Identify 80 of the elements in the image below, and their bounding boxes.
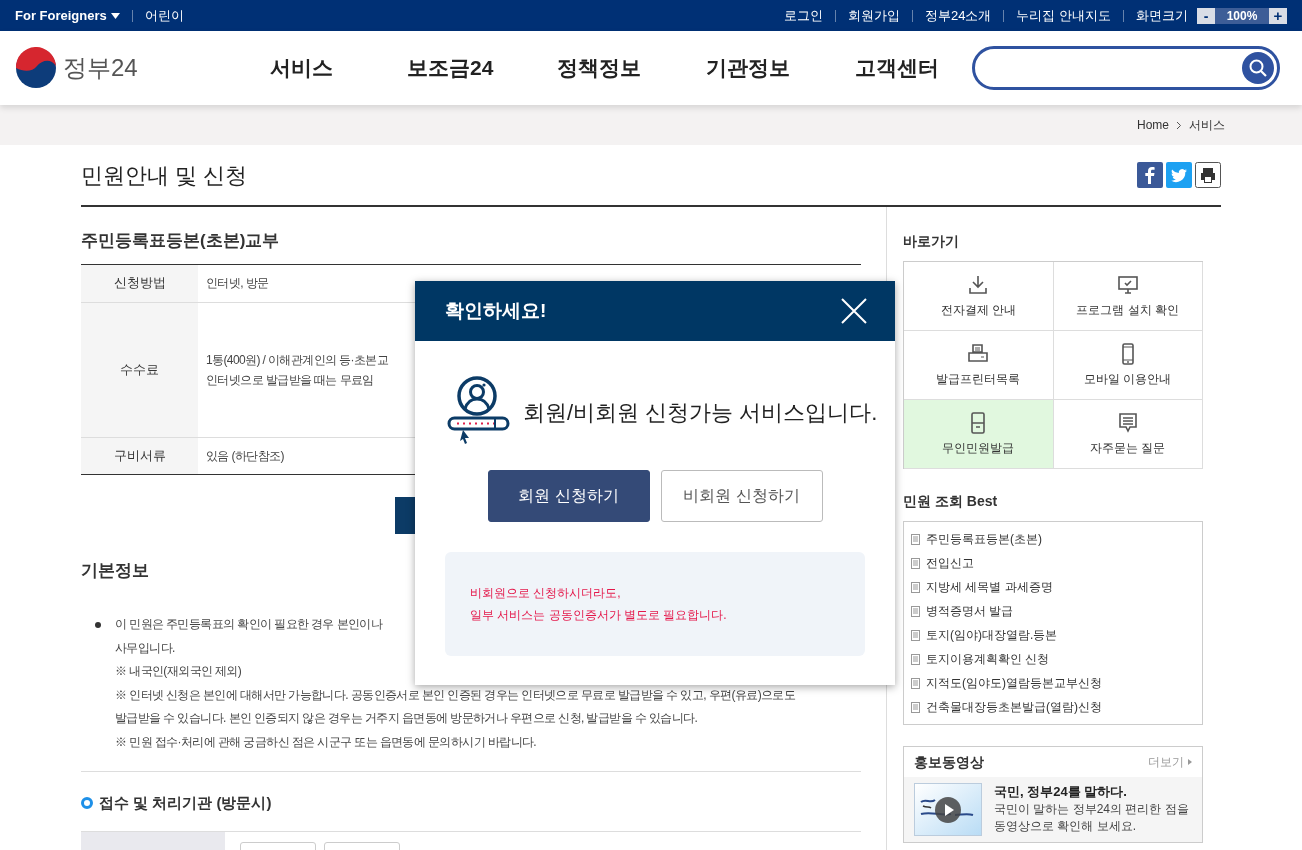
monitor-icon <box>1115 273 1140 297</box>
shortcut-tile[interactable]: 전자결제 안내 <box>904 262 1054 331</box>
zoom-value: 100% <box>1215 7 1269 24</box>
page-title: 민원안내 및 신청 <box>81 161 248 190</box>
shortcut-tile[interactable]: 발급프린터목록 <box>904 331 1054 400</box>
dialog-button[interactable]: 회원 신청하기 <box>487 470 650 522</box>
close-icon[interactable] <box>841 298 867 324</box>
best-item[interactable]: 주민등록표등본(초본) <box>911 527 1195 551</box>
info-text: ※ 내국인(재외국인 제외) <box>115 663 242 680</box>
section-title: 기본정보 <box>81 559 150 582</box>
nav-item[interactable]: 고객센터 <box>822 52 972 84</box>
shortcut-tile[interactable]: 모바일 이용안내 <box>1053 331 1203 400</box>
panel-title: 홍보동영상 <box>914 752 984 772</box>
caret-icon <box>1188 759 1192 765</box>
shortcut-tile[interactable]: 자주묻는 질문 <box>1053 400 1203 469</box>
top-link[interactable]: 회원가입 <box>847 5 900 26</box>
video-description: 국민이 말하는 정부24의 편리한 점을 동영상으로 확인해 보세요. <box>994 801 1189 835</box>
print-icon[interactable] <box>1195 162 1221 188</box>
sidebar-title: 바로가기 <box>903 232 960 251</box>
document-icon <box>911 557 920 569</box>
dialog-title: 확인하세요! <box>445 298 547 323</box>
caret-icon <box>110 12 120 19</box>
bullet-icon <box>95 622 101 628</box>
dialog-button[interactable]: 비회원 신청하기 <box>660 470 823 522</box>
best-item[interactable]: 지방세 세목별 과세증명 <box>911 575 1195 599</box>
top-link[interactable]: 누리집 안내지도 <box>1016 5 1111 26</box>
best-item[interactable]: 건축물대장등초본발급(열람)신청 <box>911 695 1195 719</box>
top-link[interactable]: 로그인 <box>783 5 823 26</box>
zoom-out-button[interactable]: - <box>1197 7 1215 24</box>
nav-item[interactable]: 기관정보 <box>673 52 823 84</box>
shortcut-tile[interactable]: 무인민원발급 <box>904 400 1054 469</box>
logo[interactable]: 정부24 <box>15 47 227 89</box>
logo-text: 정부24 <box>63 53 138 83</box>
play-icon[interactable] <box>935 797 961 823</box>
best-item[interactable]: 토지이용계획확인 신청 <box>911 647 1195 671</box>
section-title: 접수 및 처리기관 (방문시) <box>99 793 272 813</box>
info-text: ※ 민원 접수·처리에 관해 궁금하신 점은 시군구 또는 읍면동에 문의하시기 바랍니다. <box>115 733 537 751</box>
nav-item[interactable]: 보조금24 <box>375 52 525 84</box>
document-icon <box>911 701 920 713</box>
best-item[interactable]: 토지(임야)대장열람.등본 <box>911 623 1195 647</box>
best-item[interactable]: 지적도(임야도)열람등본교부신청 <box>911 671 1195 695</box>
shortcut-tile[interactable]: 프로그램 설치 확인 <box>1053 262 1203 331</box>
zoom-label: 화면크기 <box>1136 6 1188 25</box>
table-header-cell: 신청방법 <box>81 264 198 302</box>
nav-item[interactable]: 서비스 <box>226 52 376 84</box>
best-item[interactable]: 전입신고 <box>911 551 1195 575</box>
info-text: 이 민원은 주민등록표의 확인이 필요한 경우 본인이나 <box>115 616 383 633</box>
table-header-cell: 구비서류 <box>81 437 198 474</box>
ring-icon <box>81 797 93 810</box>
document-icon <box>911 653 920 665</box>
dialog-message: 회원/비회원 신청가능 서비스입니다. <box>523 398 878 427</box>
document-icon <box>911 533 920 545</box>
search-field[interactable] <box>971 46 1280 90</box>
table-cell-text: 1통(400원) / 이해관계인의 등·초본교 인터넷으로 발급받을 때는 무료임 <box>205 351 389 389</box>
info-text: 사무입니다. <box>115 639 175 657</box>
nav-item[interactable]: 정책정보 <box>524 52 674 84</box>
video-title[interactable]: 국민, 정부24를 말하다. <box>994 783 1189 800</box>
notice-text: 비회원으로 신청하시더라도, 일부 서비스는 공동인증서가 별도로 필요합니다. <box>470 585 727 624</box>
breadcrumb-link[interactable]: 서비스 <box>1189 116 1225 134</box>
best-item[interactable]: 병적증명서 발급 <box>911 599 1195 623</box>
document-icon <box>911 629 920 641</box>
table-header-cell: 수수료 <box>81 302 198 437</box>
document-icon <box>911 581 920 593</box>
top-link[interactable]: For Foreigners <box>15 5 120 26</box>
top-link[interactable]: 어린이 <box>144 5 184 26</box>
chevron-icon <box>1176 120 1182 130</box>
zoom-in-button[interactable]: + <box>1269 7 1287 24</box>
search-icon[interactable] <box>1242 52 1274 84</box>
table-cell-text: 인터넷, 방문 <box>205 275 269 292</box>
document-icon <box>911 677 920 689</box>
facebook-icon[interactable] <box>1137 162 1163 188</box>
sidebar-title: 민원 조회 Best <box>903 492 999 511</box>
info-text: ※ 인터넷 신청은 본인에 대해서만 가능합니다. 공동인증서로 본인 인증된 경우는 인터넷으로 무료로 발급받을 수 있고, 우편(유료)으로도 <box>115 686 796 704</box>
top-link[interactable]: 정부24소개 <box>924 5 992 26</box>
section-title: 주민등록표등본(초본)교부 <box>81 230 281 252</box>
table-cell-text: 있음 (하단참조) <box>205 447 284 465</box>
breadcrumb-link[interactable]: Home <box>1137 116 1169 134</box>
logo-icon <box>15 47 57 89</box>
info-text: 발급받을 수 있습니다. 본인 인증되지 않은 경우는 거주지 읍면동에 방문하거나 우편으로 신청, 발급받을 수 있습니다. <box>115 710 698 727</box>
document-icon <box>911 605 920 617</box>
